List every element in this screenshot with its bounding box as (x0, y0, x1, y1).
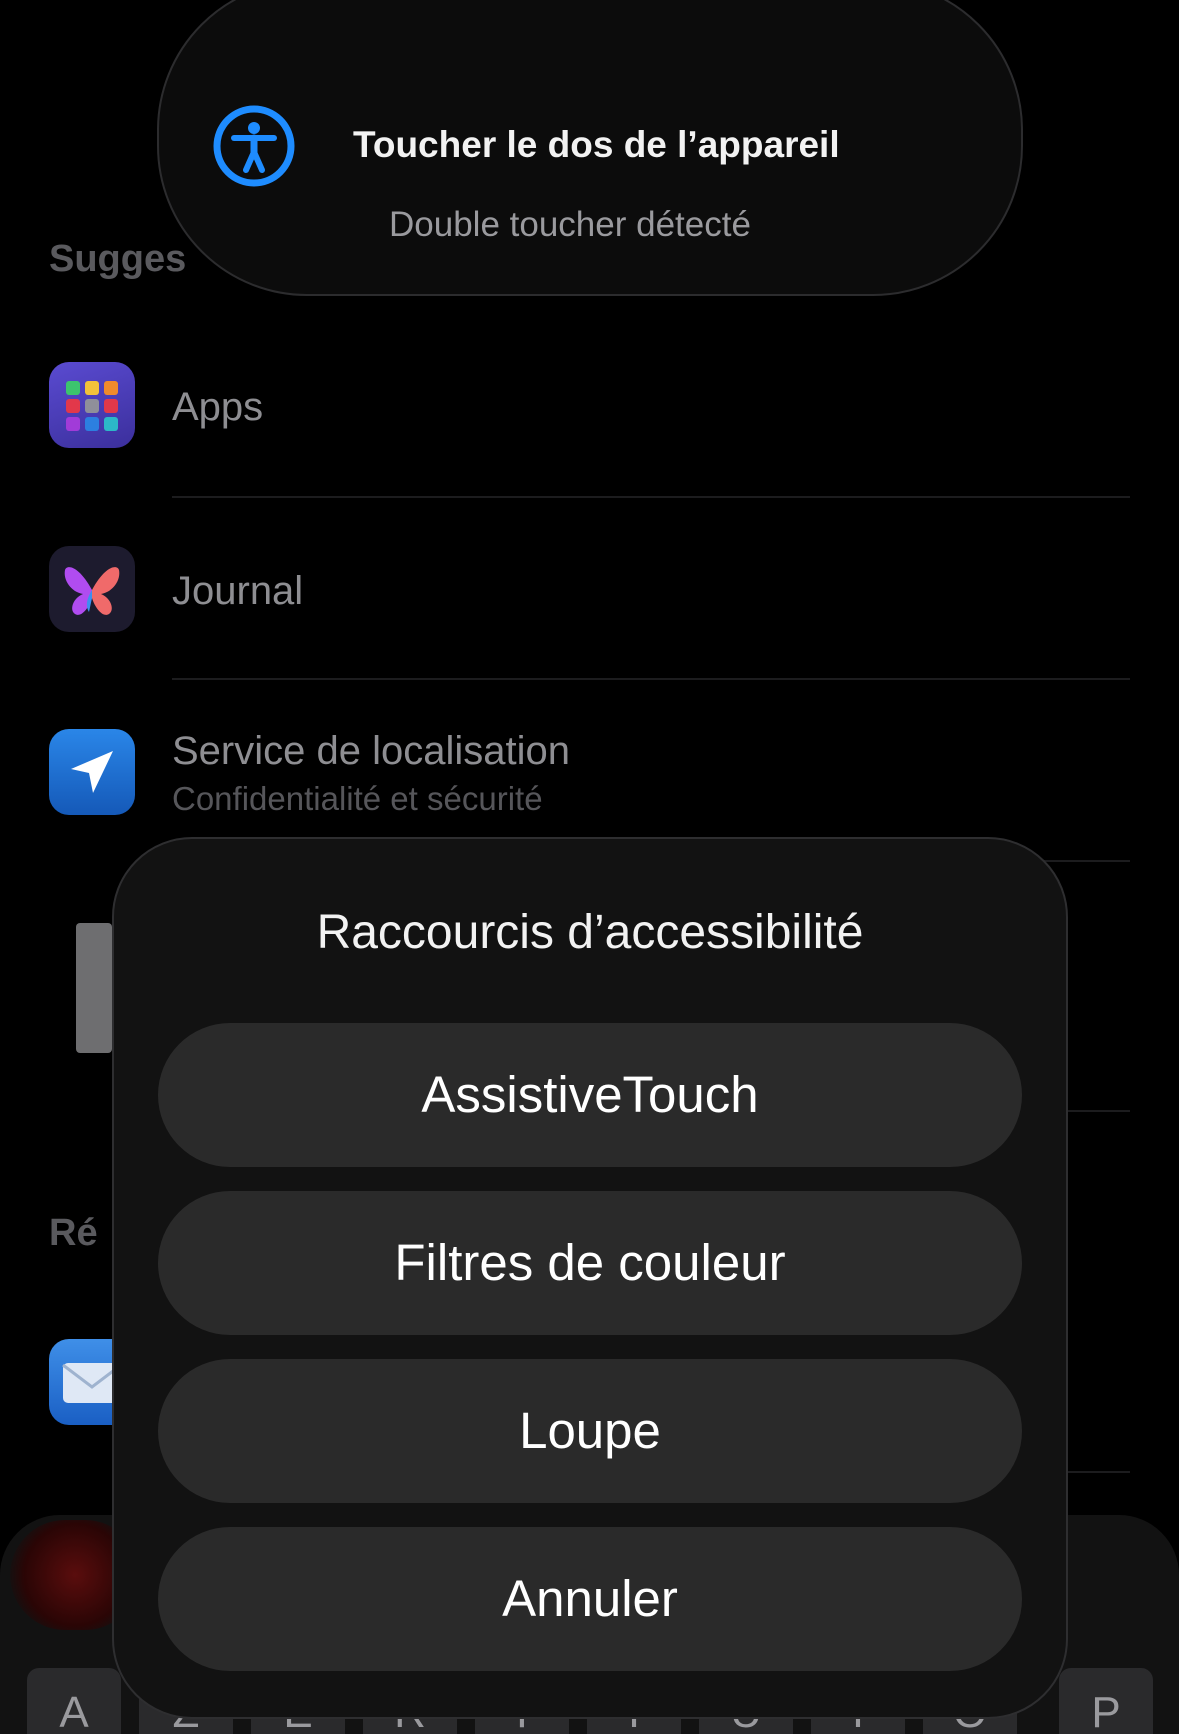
journal-butterfly-icon (49, 546, 135, 632)
list-item-apps[interactable]: Apps (0, 362, 1179, 502)
list-item-journal[interactable]: Journal (0, 546, 1179, 686)
cancel-button[interactable]: Annuler (158, 1527, 1022, 1671)
list-item-label: Apps (172, 385, 264, 429)
list-item-subtitle: Confidentialité et sécurité (172, 780, 543, 817)
key-p[interactable]: P (1059, 1668, 1153, 1734)
section-header-recent: Ré (49, 1212, 98, 1254)
separator (172, 496, 1130, 498)
accessibility-icon (212, 104, 296, 188)
apps-grid-icon (49, 362, 135, 448)
location-arrow-icon (49, 729, 135, 815)
section-header-suggestions: Sugges (49, 238, 187, 280)
separator (172, 678, 1130, 680)
magnifier-button[interactable]: Loupe (158, 1359, 1022, 1503)
assistivetouch-button[interactable]: AssistiveTouch (158, 1023, 1022, 1167)
banner-subtitle: Double toucher détecté (389, 205, 751, 244)
list-item-label: Journal (172, 569, 304, 613)
sheet-title: Raccourcis d’accessibilité (316, 906, 864, 959)
color-filters-button[interactable]: Filtres de couleur (158, 1191, 1022, 1335)
banner-title: Toucher le dos de l’appareil (353, 124, 840, 165)
key-a[interactable]: A (27, 1668, 121, 1734)
screen: Sugges Apps Journal Service de localisat… (0, 0, 1179, 1734)
list-item-label: Service de localisation (172, 729, 570, 773)
background-card-edge (76, 923, 112, 1053)
